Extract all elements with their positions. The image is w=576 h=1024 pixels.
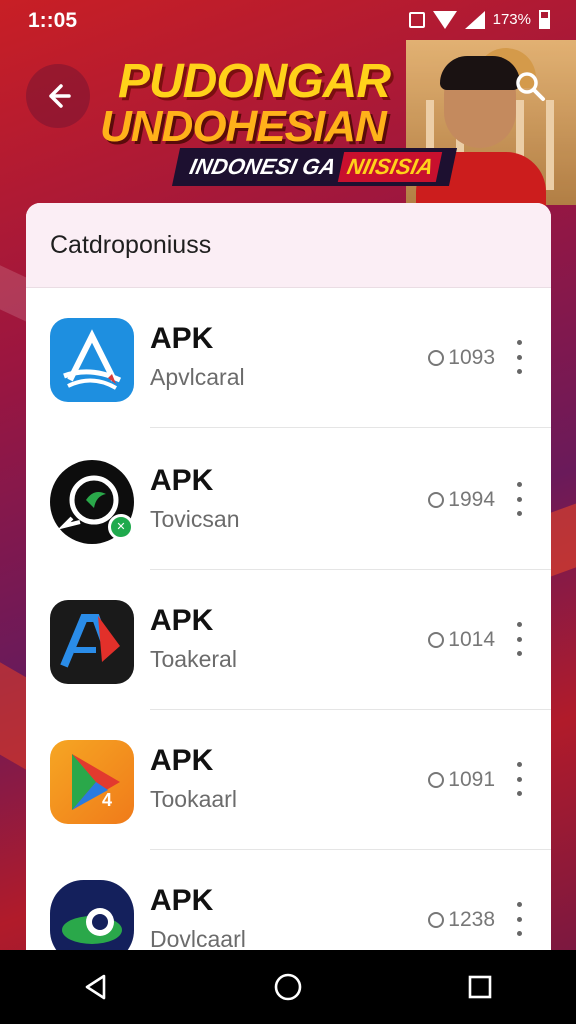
clock-icon <box>428 912 445 928</box>
battery-percent: 173% <box>492 11 531 28</box>
list-item[interactable]: APK Dovlcaarl 1238 <box>26 850 551 963</box>
app-subtitle: Dovlcaarl <box>150 926 246 952</box>
signal-icon <box>464 10 485 29</box>
app-title: APK <box>150 604 214 637</box>
app-count: 1238 <box>428 908 495 932</box>
arrow-left-icon <box>49 84 71 108</box>
nav-back-button[interactable] <box>66 957 126 1017</box>
promo-banner[interactable]: PUDONGAR UNDOHESIAN INDONESI GA NIISISIA <box>0 40 576 212</box>
more-options-button[interactable] <box>509 482 529 516</box>
orange-play-app-icon: 4 <box>50 740 134 824</box>
more-options-button[interactable] <box>509 622 529 656</box>
black-circle-chat-app-icon: ✕ <box>50 460 134 544</box>
system-navigation-bar <box>0 950 576 1024</box>
app-count: 1014 <box>428 628 495 652</box>
app-count: 1091 <box>428 768 495 792</box>
triangle-back-icon <box>85 974 106 1000</box>
list-item[interactable]: 4 APK Tookaarl 1091 <box>26 710 551 850</box>
notification-icon <box>408 11 425 28</box>
app-subtitle: Toakeral <box>150 646 237 672</box>
app-count: 1994 <box>428 488 495 512</box>
dark-red-blue-a-app-icon <box>50 600 134 684</box>
svg-text:4: 4 <box>102 790 112 810</box>
wifi-icon <box>432 10 457 29</box>
status-bar: 1::05 173% <box>0 0 576 40</box>
status-time: 1::05 <box>28 9 78 32</box>
app-subtitle: Tovicsan <box>150 506 240 532</box>
app-subtitle: Apvlcaral <box>150 364 245 390</box>
banner-tag-text: INDONESI GA <box>187 154 339 179</box>
back-button[interactable] <box>26 64 90 128</box>
banner-tag-highlight: NIISISIA <box>338 152 443 182</box>
banner-title-line1: PUDONGAR <box>118 55 391 108</box>
app-title: APK <box>150 322 214 355</box>
more-options-button[interactable] <box>509 762 529 796</box>
list-item[interactable]: APK Apvlcaral 1093 <box>26 288 551 428</box>
app-count: 1093 <box>428 346 495 370</box>
nav-home-button[interactable] <box>258 957 318 1017</box>
battery-icon <box>539 10 550 29</box>
more-options-button[interactable] <box>509 340 529 374</box>
square-recents-icon <box>468 975 492 999</box>
app-title: APK <box>150 884 214 917</box>
banner-title-line2: UNDOHESIAN <box>100 102 387 151</box>
list-item[interactable]: ✕ APK Tovicsan 1994 <box>26 430 551 570</box>
app-subtitle: Tookaarl <box>150 786 237 812</box>
nav-recents-button[interactable] <box>450 957 510 1017</box>
clock-icon <box>428 632 445 648</box>
verified-badge-icon: ✕ <box>108 514 134 540</box>
section-header: Catdroponiuss <box>26 203 551 288</box>
search-icon <box>516 72 545 101</box>
list-item[interactable]: APK Toakeral 1014 <box>26 570 551 710</box>
banner-tagline: INDONESI GA NIISISIA <box>171 148 458 186</box>
clock-icon <box>428 350 445 366</box>
clock-icon <box>428 492 445 508</box>
search-button[interactable] <box>504 60 556 112</box>
app-title: APK <box>150 464 214 497</box>
app-list-card: Catdroponiuss APK Apvlcaral 1093 ✕ APK T… <box>26 203 551 963</box>
circle-home-icon <box>274 973 302 1001</box>
clock-icon <box>428 772 445 788</box>
section-title: Catdroponiuss <box>50 230 212 259</box>
blue-triangle-app-icon <box>50 318 134 402</box>
app-title: APK <box>150 744 214 777</box>
more-options-button[interactable] <box>509 902 529 936</box>
